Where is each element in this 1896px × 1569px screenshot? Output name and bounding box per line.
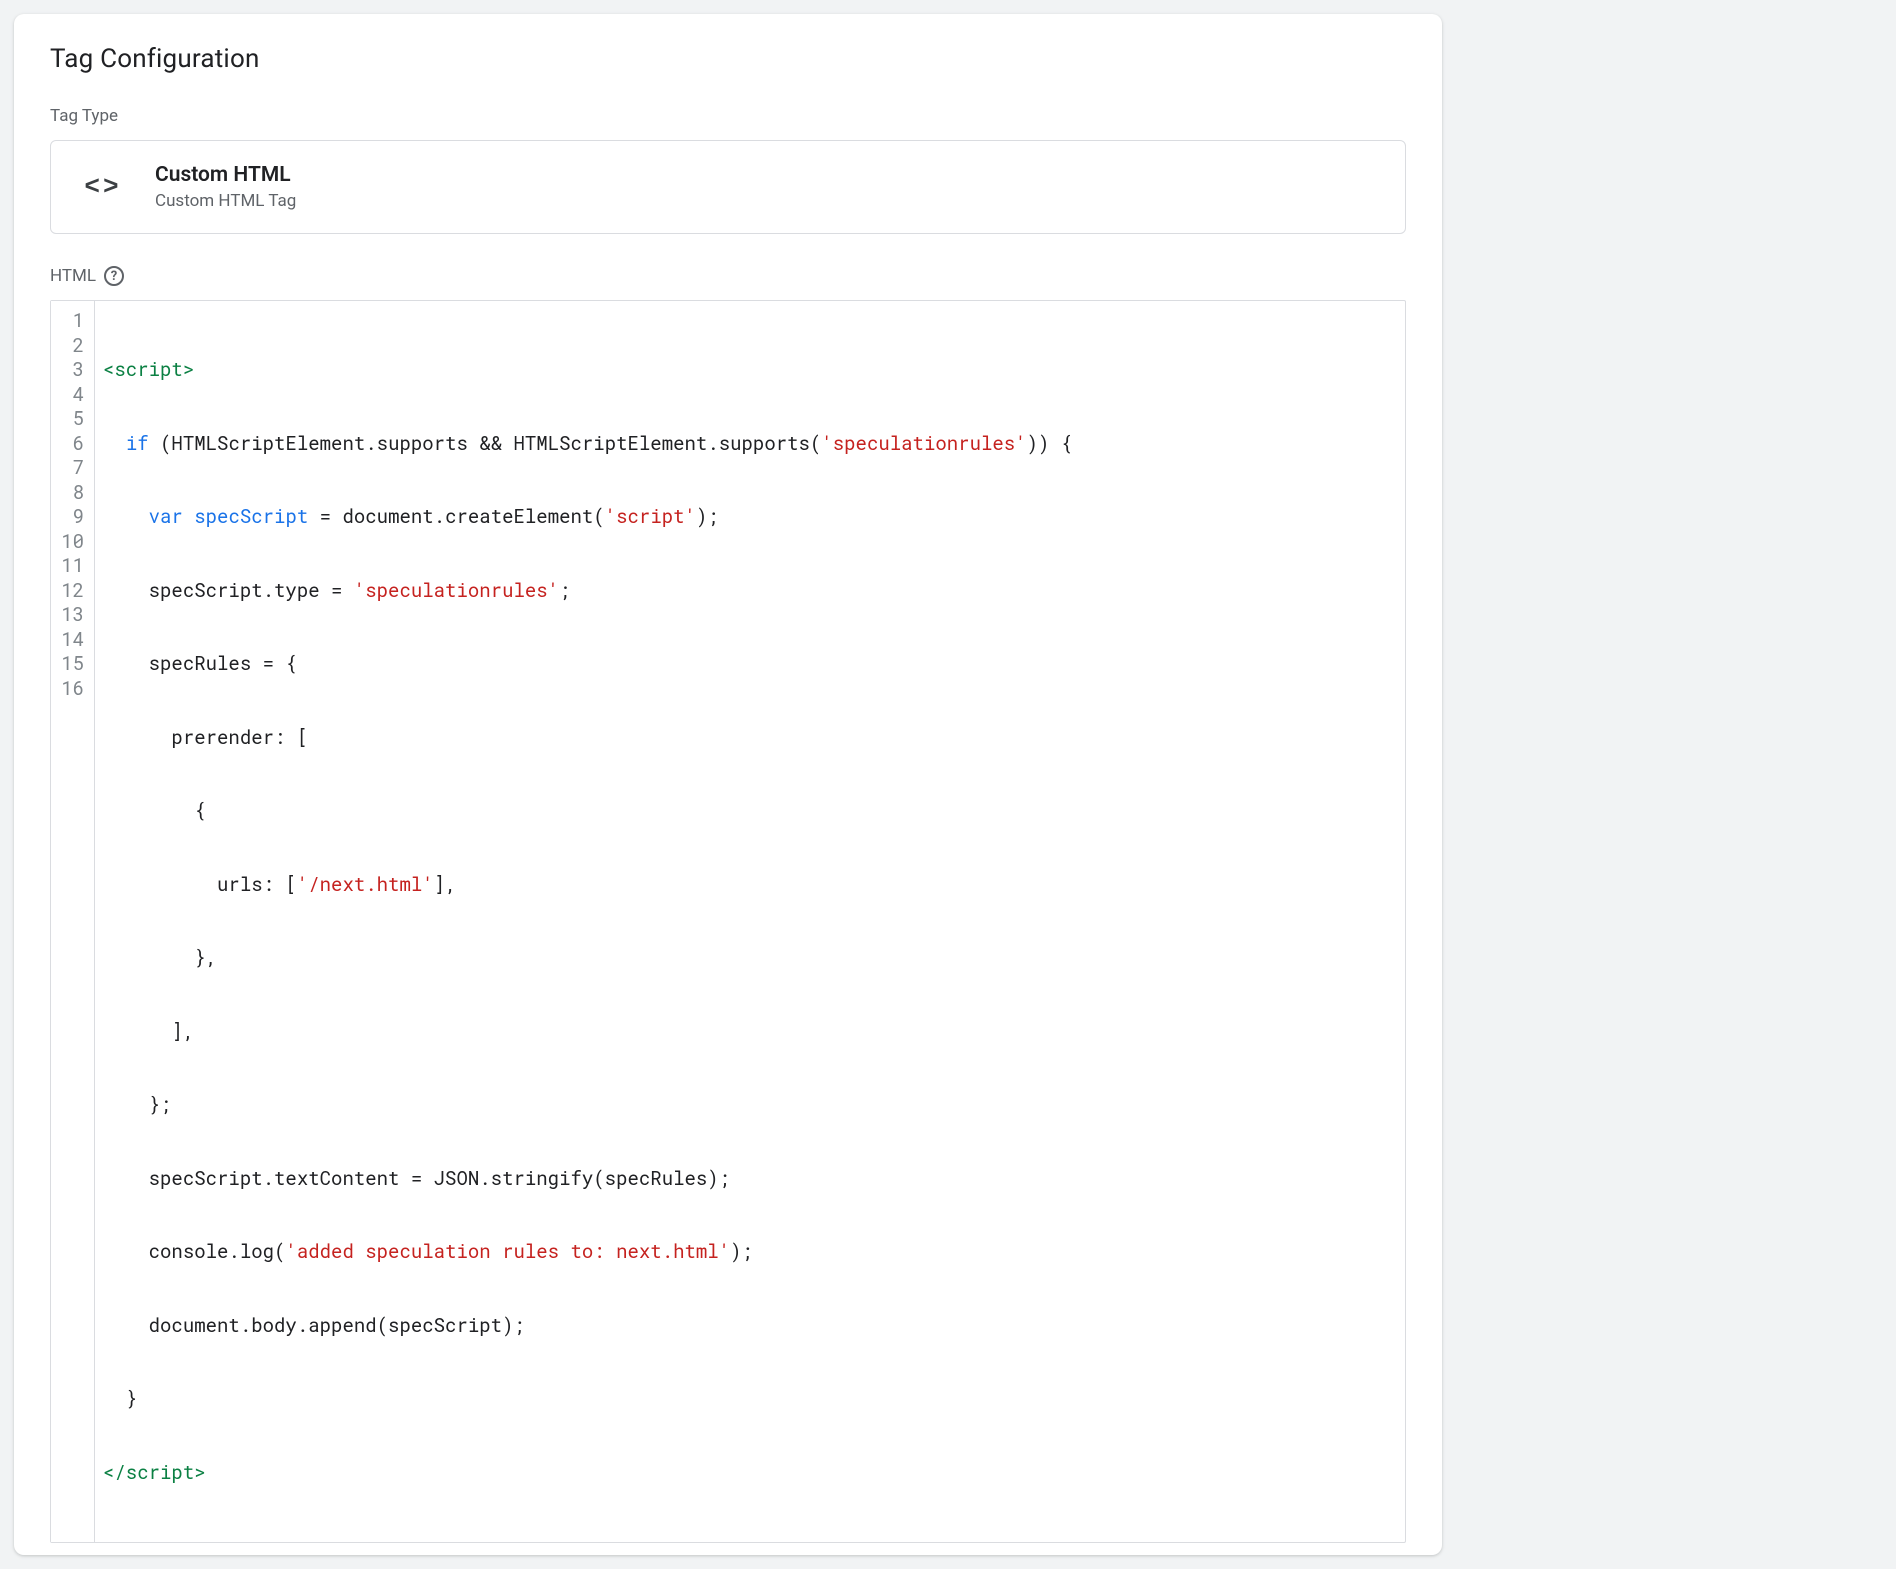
- code-line: </script>: [103, 1461, 1395, 1486]
- tag-type-name: Custom HTML: [155, 163, 296, 187]
- line-number: 3: [57, 358, 84, 383]
- tag-type-label-text: Tag Type: [50, 106, 118, 126]
- line-number: 2: [57, 334, 84, 359]
- line-number: 7: [57, 456, 84, 481]
- tag-type-description: Custom HTML Tag: [155, 191, 296, 211]
- code-line: specScript.textContent = JSON.stringify(…: [103, 1167, 1395, 1192]
- code-line: specRules = {: [103, 652, 1395, 677]
- html-code-editor[interactable]: 1 2 3 4 5 6 7 8 9 10 11 12 13 14 15 16 <…: [50, 300, 1406, 1543]
- code-line: };: [103, 1093, 1395, 1118]
- code-line: <script>: [103, 358, 1395, 383]
- code-icon: <>: [79, 172, 127, 202]
- code-line: document.body.append(specScript);: [103, 1314, 1395, 1339]
- line-number: 16: [57, 677, 84, 702]
- tag-configuration-card: Tag Configuration Tag Type <> Custom HTM…: [14, 14, 1442, 1555]
- line-number: 1: [57, 309, 84, 334]
- code-line: prerender: [: [103, 726, 1395, 751]
- code-line: }: [103, 1387, 1395, 1412]
- code-line: specScript.type = 'speculationrules';: [103, 579, 1395, 604]
- tag-type-selector[interactable]: <> Custom HTML Custom HTML Tag: [50, 140, 1406, 234]
- code-line: if (HTMLScriptElement.supports && HTMLSc…: [103, 432, 1395, 457]
- line-number: 15: [57, 652, 84, 677]
- code-line: },: [103, 946, 1395, 971]
- line-number: 11: [57, 554, 84, 579]
- code-area[interactable]: <script> if (HTMLScriptElement.supports …: [95, 301, 1405, 1542]
- code-line: ],: [103, 1020, 1395, 1045]
- line-number: 8: [57, 481, 84, 506]
- line-number: 13: [57, 603, 84, 628]
- code-line: var specScript = document.createElement(…: [103, 505, 1395, 530]
- code-line: {: [103, 799, 1395, 824]
- line-number: 6: [57, 432, 84, 457]
- tag-type-label: Tag Type: [50, 106, 1406, 126]
- html-label-text: HTML: [50, 266, 96, 286]
- line-number: 5: [57, 407, 84, 432]
- line-number: 9: [57, 505, 84, 530]
- line-number: 10: [57, 530, 84, 555]
- card-title: Tag Configuration: [50, 44, 1406, 74]
- line-number: 12: [57, 579, 84, 604]
- line-number: 4: [57, 383, 84, 408]
- line-number: 14: [57, 628, 84, 653]
- help-icon[interactable]: ?: [104, 266, 124, 286]
- code-line: urls: ['/next.html'],: [103, 873, 1395, 898]
- code-line: console.log('added speculation rules to:…: [103, 1240, 1395, 1265]
- html-field-label: HTML ?: [50, 266, 1406, 286]
- line-number-gutter: 1 2 3 4 5 6 7 8 9 10 11 12 13 14 15 16: [51, 301, 95, 1542]
